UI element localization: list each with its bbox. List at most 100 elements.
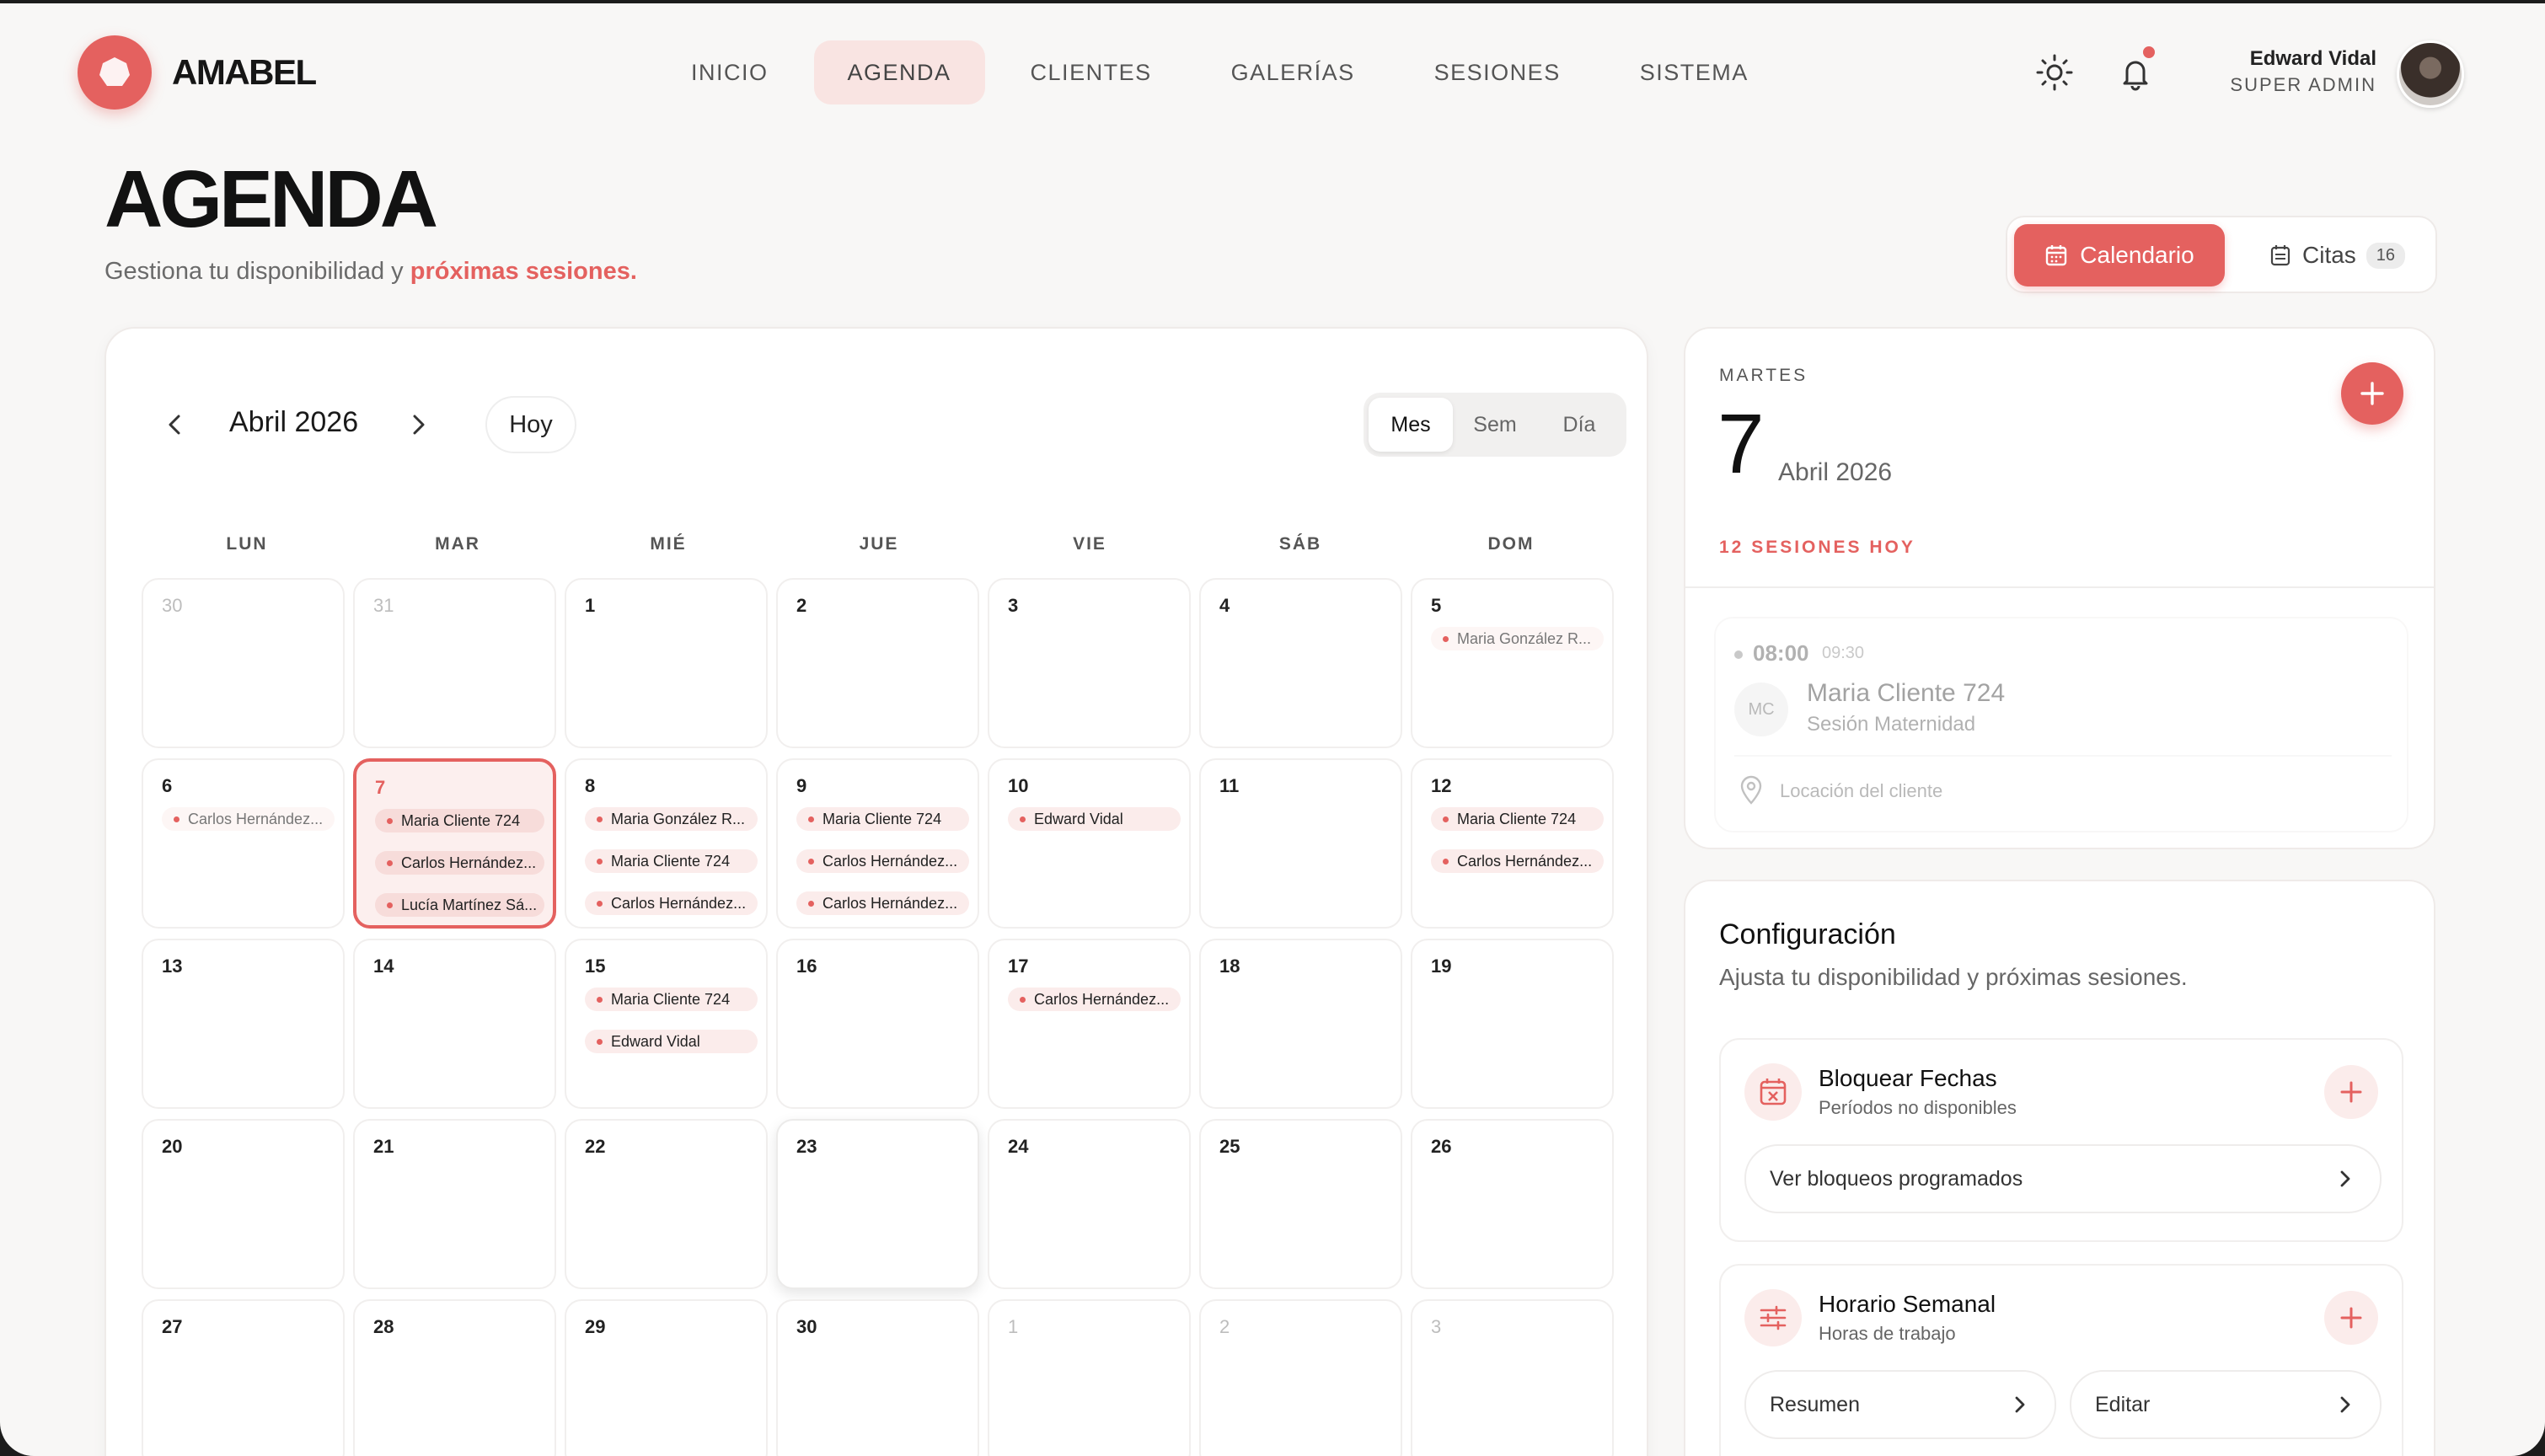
nav-item-agenda[interactable]: AGENDA (813, 40, 985, 104)
event-list: Maria Cliente 724 Carlos Hernández... Carl… (796, 807, 978, 915)
day-cell[interactable]: 26 (1411, 1119, 1614, 1289)
schedule-edit-button[interactable]: Editar (2070, 1370, 2382, 1439)
day-cell[interactable]: 18 (1199, 939, 1402, 1109)
event-chip[interactable]: Maria Cliente 724 (1431, 807, 1604, 831)
schedule-summary-button[interactable]: Resumen (1744, 1370, 2056, 1439)
event-chip[interactable]: Maria Cliente 724 (375, 809, 544, 832)
day-cell[interactable]: 11 (1199, 758, 1402, 929)
event-chip[interactable]: Carlos Hernández... (796, 849, 969, 873)
sliders-icon (1744, 1289, 1802, 1346)
event-chip[interactable]: Carlos Hernández... (375, 851, 544, 875)
day-cell[interactable]: 25 (1199, 1119, 1402, 1289)
day-cell[interactable]: 20 (142, 1119, 345, 1289)
weekly-schedule-section: Horario Semanal Horas de trabajo Resumen… (1719, 1264, 2403, 1456)
nav-item-inicio[interactable]: INICIO (657, 40, 802, 104)
day-cell[interactable]: 16 (776, 939, 979, 1109)
day-panel: MARTES 7 Abril 2026 12 SESIONES HOY 08:0… (1684, 327, 2435, 849)
day-cell[interactable]: 1 (565, 578, 768, 748)
event-chip[interactable]: Lucía Martínez Sá... (375, 893, 544, 917)
chevron-right-icon[interactable] (403, 410, 433, 440)
citas-count-badge: 16 (2366, 242, 2406, 269)
add-schedule-button[interactable] (2324, 1291, 2378, 1345)
event-chip[interactable]: Edward Vidal (585, 1030, 758, 1053)
session-type: Sesión Maternidad (1807, 713, 1976, 736)
config-subtitle: Ajusta tu disponibilidad y próximas sesi… (1719, 964, 2188, 990)
session-card[interactable]: 08:00 09:30 MC Maria Cliente 724 Sesión … (1714, 617, 2408, 832)
day-number: 29 (585, 1316, 606, 1337)
day-cell[interactable]: 17 Carlos Hernández... (988, 939, 1191, 1109)
nav-item-sesiones[interactable]: SESIONES (1401, 40, 1594, 104)
event-chip[interactable]: Carlos Hernández... (1431, 849, 1604, 873)
day-cell[interactable]: 5 Maria González R... (1411, 578, 1614, 748)
logo-icon[interactable] (78, 35, 152, 110)
event-chip[interactable]: Carlos Hernández... (162, 807, 335, 831)
citas-view-button[interactable]: Citas 16 (2269, 224, 2406, 286)
day-cell[interactable]: 19 (1411, 939, 1614, 1109)
day-cell[interactable]: 14 (353, 939, 556, 1109)
notification-badge (2140, 44, 2157, 61)
weekday-label: SÁB (1278, 534, 1322, 554)
day-cell[interactable]: 3 (1411, 1299, 1614, 1456)
day-cell[interactable]: 3 (988, 578, 1191, 748)
day-cell[interactable]: 13 (142, 939, 345, 1109)
chevron-right-icon (2340, 1396, 2350, 1413)
add-session-button[interactable] (2341, 362, 2403, 425)
day-number: 2 (796, 595, 807, 616)
block-dates-subtitle: Períodos no disponibles (1819, 1097, 2017, 1118)
event-chip[interactable]: Maria Cliente 724 (796, 807, 969, 831)
day-cell[interactable]: 10 Edward Vidal (988, 758, 1191, 929)
day-cell[interactable]: 21 (353, 1119, 556, 1289)
day-cell[interactable]: 27 (142, 1299, 345, 1456)
brand-name[interactable]: AMABEL (172, 52, 317, 93)
day-cell[interactable]: 29 (565, 1299, 768, 1456)
event-chip[interactable]: Carlos Hernández... (1008, 988, 1181, 1011)
event-chip[interactable]: Carlos Hernández... (585, 891, 758, 915)
chevron-right-icon (2015, 1396, 2025, 1413)
day-cell[interactable]: 9 Maria Cliente 724 Carlos Hernández... Car… (776, 758, 979, 929)
nav-item-sistema[interactable]: SISTEMA (1606, 40, 1782, 104)
nav-item-clientes[interactable]: CLIENTES (997, 40, 1186, 104)
day-cell[interactable]: 31 (353, 578, 556, 748)
day-cell[interactable]: 15 Maria Cliente 724 Edward Vidal (565, 939, 768, 1109)
event-chip[interactable]: Maria Cliente 724 (585, 988, 758, 1011)
nav-item-galerías[interactable]: GALERÍAS (1197, 40, 1389, 104)
avatar[interactable] (2397, 40, 2464, 108)
day-cell[interactable]: 8 Maria González R... Maria Cliente 724 Car… (565, 758, 768, 929)
weekly-schedule-subtitle: Horas de trabajo (1819, 1323, 1956, 1344)
day-cell[interactable]: 4 (1199, 578, 1402, 748)
day-cell[interactable]: 23 (776, 1119, 979, 1289)
user-name[interactable]: Edward Vidal (2250, 47, 2376, 71)
day-cell[interactable]: 1 (988, 1299, 1191, 1456)
event-chip[interactable]: Carlos Hernández... (796, 891, 969, 915)
sun-icon[interactable] (2033, 51, 2076, 94)
event-list: Maria González R... (1431, 627, 1612, 650)
event-chip[interactable]: Edward Vidal (1008, 807, 1181, 831)
day-cell[interactable]: 22 (565, 1119, 768, 1289)
day-cell[interactable]: 30 (142, 578, 345, 748)
event-chip[interactable]: Maria Cliente 724 (585, 849, 758, 873)
session-start-time: 08:00 (1753, 640, 1809, 666)
day-cell[interactable]: 2 (776, 578, 979, 748)
subtitle-accent: próximas sesiones. (410, 258, 637, 285)
add-block-button[interactable] (2324, 1065, 2378, 1119)
range-option-1[interactable]: Sem (1453, 398, 1537, 452)
calendar-view-button[interactable]: Calendario (2014, 224, 2225, 286)
client-initials-avatar: MC (1734, 682, 1788, 736)
day-cell[interactable]: 12 Maria Cliente 724 Carlos Hernández... (1411, 758, 1614, 929)
chevron-left-icon[interactable] (160, 410, 190, 440)
day-cell[interactable]: 30 (776, 1299, 979, 1456)
range-selector: Mes Sem Día (1364, 393, 1626, 457)
event-chip[interactable]: Maria González R... (585, 807, 758, 831)
range-option-0[interactable]: Mes (1369, 398, 1453, 452)
today-button[interactable]: Hoy (485, 396, 576, 453)
range-option-2[interactable]: Día (1537, 398, 1621, 452)
view-blocks-button[interactable]: Ver bloqueos programados (1744, 1144, 2382, 1213)
day-cell[interactable]: 6 Carlos Hernández... (142, 758, 345, 929)
event-chip[interactable]: Maria González R... (1431, 627, 1604, 650)
day-cell[interactable]: 2 (1199, 1299, 1402, 1456)
day-cell[interactable]: 24 (988, 1119, 1191, 1289)
calendar-icon (2046, 245, 2067, 266)
day-cell[interactable]: 7 Maria Cliente 724 Carlos Hernández... Luc… (353, 758, 556, 929)
day-cell[interactable]: 28 (353, 1299, 556, 1456)
status-dot (1734, 650, 1743, 659)
